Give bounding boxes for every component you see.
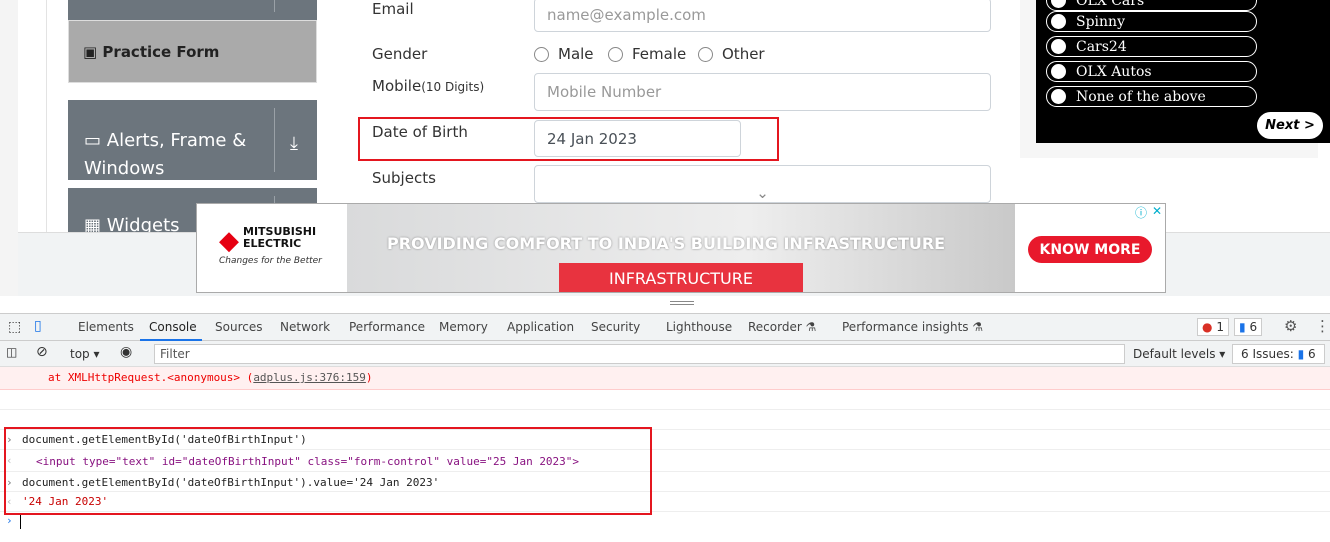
quiz-option[interactable]: Spinny	[1046, 11, 1257, 32]
tab-recorder[interactable]: Recorder ⚗	[748, 320, 816, 334]
quiz-option[interactable]: OLX Autos	[1046, 61, 1257, 82]
chevron-down-icon: ⌄	[756, 184, 769, 202]
devtools-tabbar: ⬚ ▯ Elements Console Sources Network Per…	[0, 313, 1330, 341]
inspect-element-icon[interactable]: ⬚	[8, 319, 21, 335]
tab-performance-insights[interactable]: Performance insights ⚗	[842, 320, 983, 334]
mitsubishi-logo: ◆ MITSUBISHI ELECTRIC Changes for the Be…	[219, 225, 322, 267]
device-toolbar-icon[interactable]: ▯	[34, 318, 42, 334]
web-page: ▣ Practice Form ▭ Alerts, Frame & Window…	[0, 0, 1330, 296]
subjects-input[interactable]: ⌄	[534, 165, 991, 203]
issues-button[interactable]: 6 Issues: ▮ 6	[1232, 344, 1325, 364]
subjects-label: Subjects	[372, 169, 436, 187]
dob-label: Date of Birth	[372, 123, 468, 141]
banner-ad[interactable]: ◆ MITSUBISHI ELECTRIC Changes for the Be…	[196, 203, 1166, 293]
drawer-resizer[interactable]	[0, 296, 1330, 313]
sidebar-toggle-icon[interactable]: ◫	[6, 345, 17, 359]
flask-icon: ⚗	[972, 320, 984, 334]
console-error-row: at XMLHttpRequest.<anonymous> (adplus.js…	[0, 367, 1330, 390]
console-highlight-box	[4, 427, 652, 515]
divider	[46, 0, 47, 232]
next-button[interactable]: Next >	[1257, 112, 1323, 139]
quiz-option[interactable]: OLX Cars	[1046, 0, 1257, 11]
window-icon: ▭	[84, 130, 102, 151]
tab-sources[interactable]: Sources	[215, 320, 262, 334]
page-margin	[0, 0, 18, 296]
html5-icon: ▣	[83, 43, 98, 61]
email-input[interactable]: name@example.com	[534, 0, 991, 32]
tab-lighthouse[interactable]: Lighthouse	[666, 320, 732, 334]
console-toolbar: ◫ ⊘ top ▾ ◉ Filter Default levels ▾ 6 Is…	[0, 341, 1330, 367]
console-prompt[interactable]: ›	[0, 512, 1330, 542]
quiz-option[interactable]: None of the above	[1046, 86, 1257, 107]
close-icon[interactable]: ✕	[1152, 204, 1162, 218]
tab-network[interactable]: Network	[280, 320, 330, 334]
clear-console-icon[interactable]: ⊘	[36, 344, 48, 360]
quiz-ad: OLX Cars Spinny Cars24 OLX Autos None of…	[1036, 0, 1330, 143]
gender-male-radio[interactable]: Male	[534, 45, 594, 63]
dob-input[interactable]: 24 Jan 2023	[534, 120, 741, 157]
ad-info-icon[interactable]: ⓘ	[1135, 204, 1147, 221]
error-icon: ●	[1202, 320, 1213, 334]
gender-other-radio[interactable]: Other	[698, 45, 765, 63]
live-expression-eye-icon[interactable]: ◉	[120, 344, 132, 360]
flask-icon: ⚗	[805, 320, 817, 334]
download-icon: ⤓	[290, 133, 298, 154]
tab-memory[interactable]: Memory	[439, 320, 488, 334]
error-count-badge[interactable]: ● 1	[1197, 318, 1229, 336]
quiz-option[interactable]: Cars24	[1046, 36, 1257, 57]
mobile-input[interactable]: Mobile Number	[534, 73, 991, 111]
sidebar-item-alerts[interactable]: ▭ Alerts, Frame & Windows ⤓	[68, 100, 317, 180]
source-link[interactable]: adplus.js:376:159	[253, 371, 366, 384]
filter-input[interactable]: Filter	[154, 344, 1125, 364]
mobile-label: Mobile(10 Digits)	[372, 77, 485, 95]
tab-console[interactable]: Console	[149, 320, 197, 334]
settings-gear-icon[interactable]: ⚙	[1284, 317, 1297, 335]
message-icon: ▮	[1239, 320, 1246, 334]
tab-application[interactable]: Application	[507, 320, 574, 334]
log-levels-dropdown[interactable]: Default levels ▾	[1133, 347, 1225, 361]
sidebar-item-practice-form[interactable]: ▣ Practice Form	[68, 20, 317, 83]
more-options-icon[interactable]: ⋮	[1315, 317, 1330, 335]
gender-female-radio[interactable]: Female	[608, 45, 686, 63]
message-count-badge[interactable]: ▮ 6	[1234, 318, 1263, 336]
email-label: Email	[372, 0, 414, 18]
know-more-button[interactable]: KNOW MORE	[1028, 236, 1152, 263]
tab-security[interactable]: Security	[591, 320, 640, 334]
sidebar-item-forms[interactable]	[68, 0, 317, 20]
gender-label: Gender	[372, 45, 428, 63]
tab-elements[interactable]: Elements	[78, 320, 134, 334]
context-select[interactable]: top ▾	[70, 347, 100, 361]
tab-performance[interactable]: Performance	[349, 320, 425, 334]
